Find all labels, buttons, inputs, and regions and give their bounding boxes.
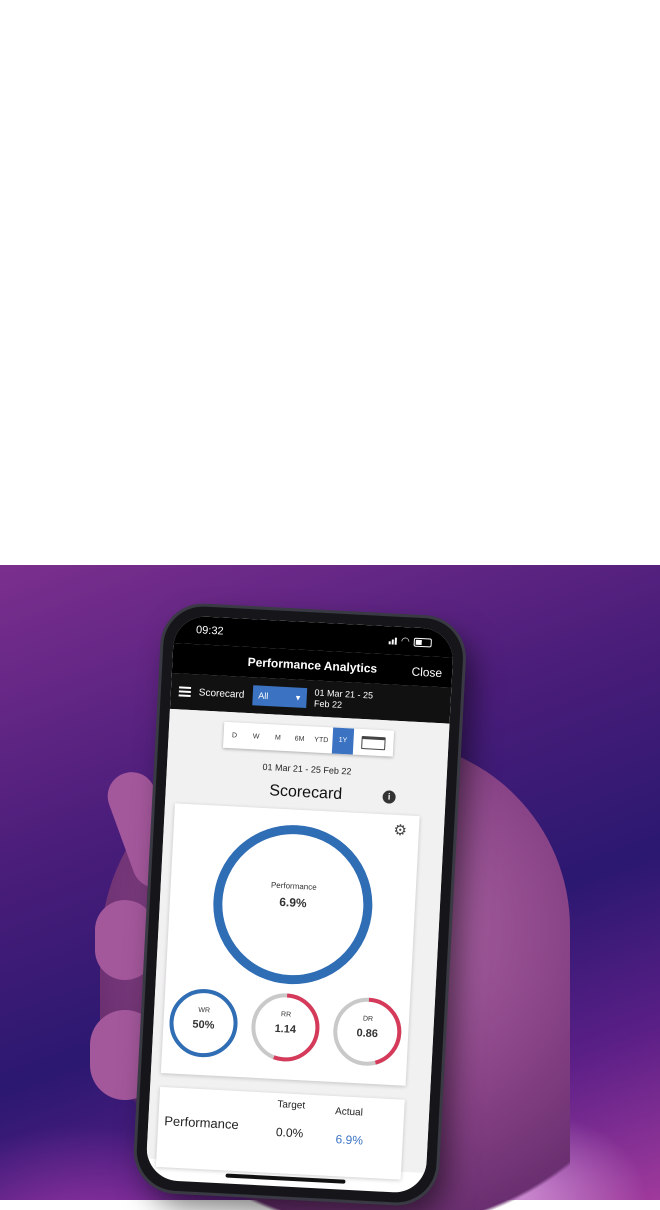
period-m[interactable]: M [267, 734, 289, 742]
menu-icon[interactable] [178, 686, 192, 697]
phone-device: 09:32 ◠ Performance Analytics Close Scor… [134, 604, 465, 1205]
wifi-icon: ◠ [400, 635, 411, 647]
period-w[interactable]: W [245, 732, 267, 740]
info-icon[interactable]: i [382, 790, 396, 804]
performance-row-label: Performance [163, 1113, 240, 1133]
gauge-rr: RR 1.14 [248, 990, 324, 1066]
page-title: Performance Analytics [247, 654, 378, 676]
period-selector: D W M 6M YTD 1Y [222, 721, 395, 757]
actual-value: 6.9% [335, 1132, 364, 1148]
gear-icon[interactable]: ⚙ [393, 821, 407, 840]
gauge-dr: DR 0.86 [329, 994, 405, 1070]
period-1y[interactable]: 1Y [331, 727, 355, 755]
actual-header: Actual [334, 1106, 364, 1119]
calendar-icon[interactable] [361, 735, 386, 750]
performance-ring: Performance 6.9% [208, 820, 378, 990]
target-value: 0.0% [275, 1125, 304, 1141]
target-header: Target [277, 1099, 306, 1112]
period-6m[interactable]: 6M [289, 735, 311, 743]
period-d[interactable]: D [223, 731, 245, 739]
scorecard-title: Scorecard [268, 782, 343, 804]
close-button[interactable]: Close [411, 665, 442, 681]
toolbar-date-range: 01 Mar 21 - 25 Feb 22 [313, 687, 374, 710]
app-screen: 09:32 ◠ Performance Analytics Close Scor… [145, 615, 455, 1194]
filter-value: All [258, 690, 269, 702]
scorecard-card: ⚙ Performance 6.9% WR 50% RR 1.14 DR 0.8… [160, 803, 420, 1086]
performance-table: Target Actual Performance 0.0% 6.9% [155, 1086, 405, 1180]
filter-dropdown[interactable]: All ▾ [251, 685, 307, 709]
gauge-wr: WR 50% [166, 985, 242, 1061]
period-ytd[interactable]: YTD [310, 736, 332, 744]
section-label: Scorecard [198, 686, 245, 701]
status-time: 09:32 [195, 624, 224, 638]
main-content: D W M 6M YTD 1Y 01 Mar 21 - 25 Feb 22 Sc… [146, 708, 450, 1180]
caret-down-icon: ▾ [295, 692, 301, 703]
date-range: 01 Mar 21 - 25 Feb 22 [262, 761, 352, 777]
battery-icon [413, 637, 432, 648]
signal-icon [388, 637, 398, 645]
